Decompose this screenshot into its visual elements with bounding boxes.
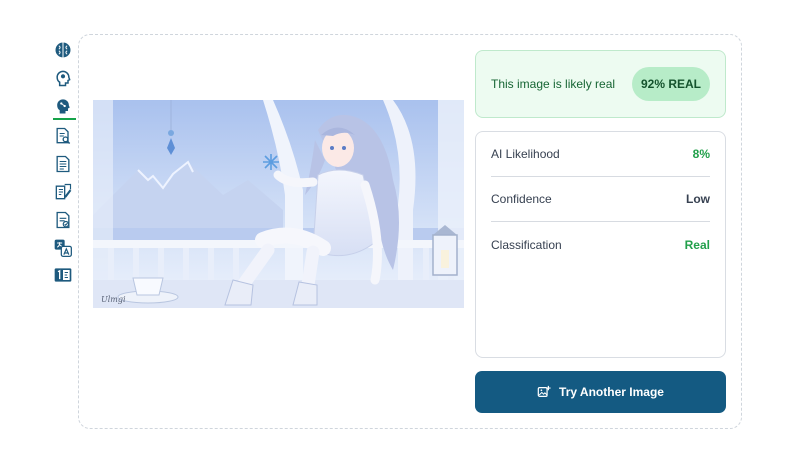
svg-text:Ulmgi: Ulmgi: [101, 295, 126, 304]
metric-value: 8%: [692, 147, 710, 161]
ai-head-icon: [57, 99, 70, 114]
brain-icon: [55, 42, 71, 58]
sidebar-item-ai-head[interactable]: [50, 94, 76, 120]
sidebar-item-document-text[interactable]: [50, 152, 76, 176]
metric-value: Real: [684, 237, 710, 252]
sidebar-item-brain[interactable]: [50, 38, 76, 62]
edit-document-icon: [55, 183, 72, 200]
sidebar-item-document-search[interactable]: [50, 124, 76, 148]
sidebar-item-number-converter[interactable]: [50, 263, 76, 287]
verdict-text: This image is likely real: [491, 77, 616, 91]
head-profile-icon: [56, 70, 71, 87]
uploaded-image-preview: Ulmgi: [93, 100, 464, 308]
metric-row-ai-likelihood: AI Likelihood 8%: [491, 132, 710, 177]
translate-icon: [54, 239, 72, 257]
metric-row-confidence: Confidence Low: [491, 177, 710, 222]
metric-row-classification: Classification Real: [491, 222, 710, 267]
analysis-metrics-panel: AI Likelihood 8% Confidence Low Classifi…: [475, 131, 726, 358]
real-percentage-badge: 92% REAL: [631, 67, 710, 101]
sidebar-item-head-profile[interactable]: [50, 66, 76, 90]
verdict-banner: This image is likely real 92% REAL: [475, 50, 726, 118]
metric-label: AI Likelihood: [491, 147, 560, 161]
metric-value: Low: [686, 192, 710, 206]
metric-label: Confidence: [491, 192, 552, 206]
sidebar-item-edit-document[interactable]: [50, 180, 76, 204]
sidebar-item-checklist-document[interactable]: [50, 208, 76, 232]
try-another-image-button[interactable]: Try Another Image: [475, 371, 726, 413]
sidebar-item-translate[interactable]: [50, 236, 76, 260]
metric-label: Classification: [491, 237, 562, 252]
try-another-image-label: Try Another Image: [559, 385, 664, 399]
image-plus-icon: [537, 385, 551, 397]
checklist-document-icon: [56, 211, 70, 229]
document-search-icon: [56, 127, 71, 145]
document-text-icon: [56, 155, 70, 173]
number-converter-icon: [54, 268, 72, 282]
